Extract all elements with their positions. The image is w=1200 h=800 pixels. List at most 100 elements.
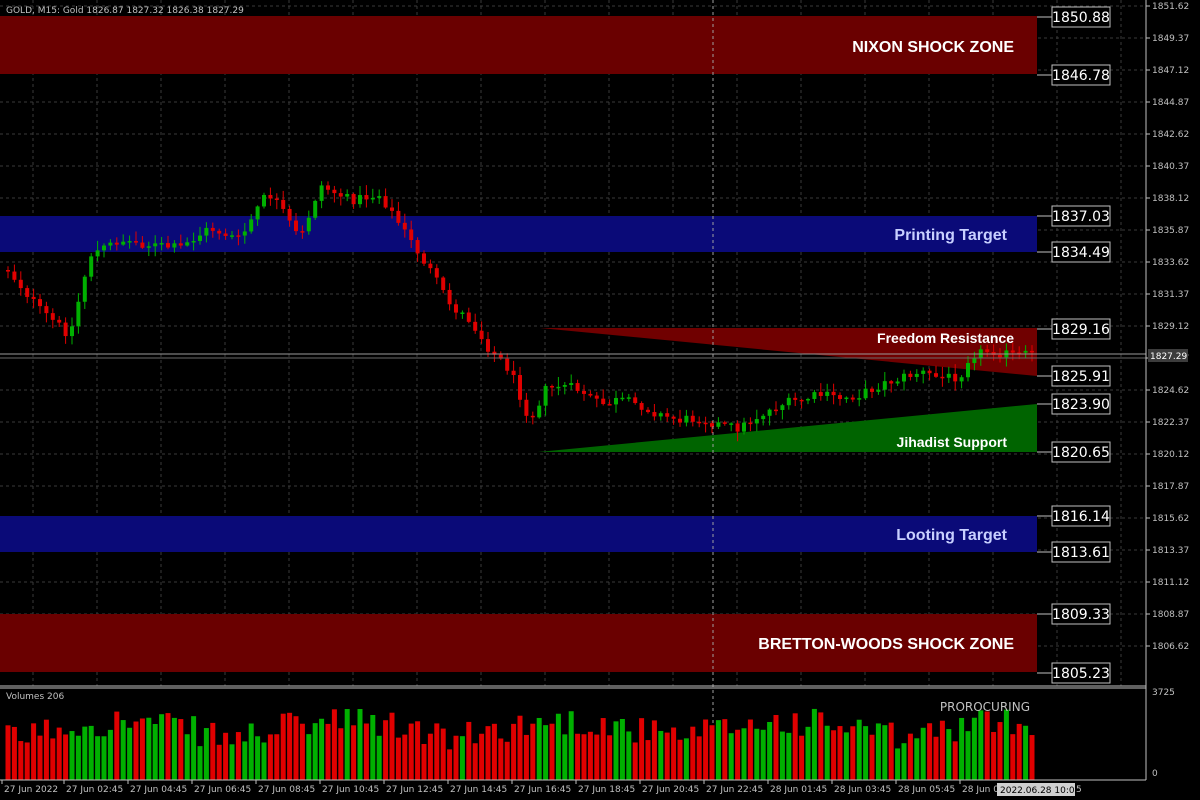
level-value: 1805.23 [1052,666,1110,682]
volume-bar [1016,723,1022,780]
time-tick-label: 27 Jun 20:45 [642,785,699,795]
volume-bar [383,720,389,780]
volume-bar [274,734,280,780]
looting-zone-label: Looting Target [896,527,1007,544]
nixon-zone-label: NIXON SHOCK ZONE [852,39,1014,56]
price-tick-label: 1831.37 [1152,290,1189,300]
volume-bar [11,726,17,780]
time-tick-label: 27 Jun 10:45 [322,785,379,795]
volume-bar [946,729,952,780]
volume-bar [613,721,619,780]
volume-bar [427,733,433,780]
price-tick-label: 1811.12 [1152,578,1189,588]
volume-bar [632,742,638,780]
volume-bar [50,738,56,780]
level-value: 1850.88 [1052,10,1110,26]
volume-bar [191,716,197,780]
volume-bar [293,716,299,780]
volume-bar [933,736,939,780]
looting-target-zone[interactable] [0,516,1037,552]
volume-bar [594,734,600,780]
price-tick-label: 1808.87 [1152,610,1189,620]
level-value: 1809.33 [1052,607,1110,623]
volume-bar [504,741,510,780]
volume-bar [139,718,145,780]
time-tick-label: 27 Jun 02:45 [66,785,123,795]
volume-bar [440,728,446,780]
volume-bar [37,735,43,780]
volume-bar [831,730,837,780]
price-tick-label: 1851.62 [1152,2,1189,12]
volume-bar [818,712,824,780]
price-tick-label: 1806.62 [1152,642,1189,652]
price-tick-label: 1835.87 [1152,226,1189,236]
volume-bar [466,721,472,780]
volume-bar [479,733,485,780]
volume-bar [511,723,517,780]
jihadist-zone-label: Jihadist Support [897,434,1008,450]
volume-bar [626,731,632,780]
volume-bar [235,732,241,780]
volume-bar [248,723,254,780]
volume-scale-max: 3725 [1152,688,1175,698]
volume-bar [1010,734,1016,780]
freedom-zone-label: Freedom Resistance [877,330,1014,346]
volume-bar [760,729,766,780]
volume-bar [421,743,427,780]
volume-bar [210,722,216,780]
price-tick-label: 1824.62 [1152,386,1189,396]
volume-bar [312,723,318,780]
volume-bar [754,728,760,780]
time-tick-label: 27 Jun 22:45 [706,785,763,795]
time-tick-label: 27 Jun 14:45 [450,785,507,795]
price-tick-label: 1822.37 [1152,418,1189,428]
volume-bar [299,723,305,780]
volume-bar [43,719,49,780]
volume-bar [319,718,325,780]
volume-bar [1029,735,1035,780]
candle [313,199,318,220]
volume-bar [773,714,779,780]
volume-bar [415,721,421,780]
volume-bar [811,708,817,780]
volume-bar [82,726,88,780]
level-value: 1825.91 [1052,369,1110,385]
volume-bar [600,718,606,780]
price-tick-label: 1840.37 [1152,162,1189,172]
volume-bar [472,743,478,780]
volume-bar [843,732,849,780]
volume-bar [863,726,869,780]
volume-bar [536,717,542,780]
volume-bar [159,714,165,780]
chart-window[interactable]: NIXON SHOCK ZONE Printing Target Freedom… [0,0,1200,800]
volume-watermark: PROROCURING [940,700,1030,714]
volume-bar [607,735,613,780]
volume-bar [741,728,747,780]
volume-bar [799,735,805,780]
time-axis-label-tail: 5 [1076,785,1082,795]
volume-bar [703,719,709,780]
volume-bar [376,735,382,780]
level-value: 1823.90 [1052,397,1110,413]
volume-label: Volumes 206 [6,692,64,702]
price-tick-label: 1829.12 [1152,322,1189,332]
volume-bar [792,713,798,780]
price-axis[interactable]: 1851.62 1849.37 1847.12 1844.87 1842.62 1840.… [1146,2,1189,652]
volume-bar [728,733,734,780]
printing-zone-label: Printing Target [894,227,1007,244]
chart-info: GOLD, M15: Gold 1826.87 1827.32 1826.38 … [6,6,244,16]
bretton-zone-label: BRETTON-WOODS SHOCK ZONE [758,636,1014,653]
volume-bar [581,734,587,780]
volume-bar [453,735,459,780]
volume-bar [677,739,683,780]
volume-bar [709,725,715,780]
volume-bar [549,723,555,780]
level-value: 1834.49 [1052,245,1110,261]
crosshair-time-label: 2022.06.28 10:02 [1000,786,1080,796]
time-tick-label: 28 Jun 05:45 [898,785,955,795]
price-tick-label: 1815.62 [1152,514,1189,524]
current-price-value: 1827.29 [1150,352,1187,362]
time-tick-label: 27 Jun 18:45 [578,785,635,795]
volume-bar [395,737,401,780]
volume-bar [875,723,881,780]
